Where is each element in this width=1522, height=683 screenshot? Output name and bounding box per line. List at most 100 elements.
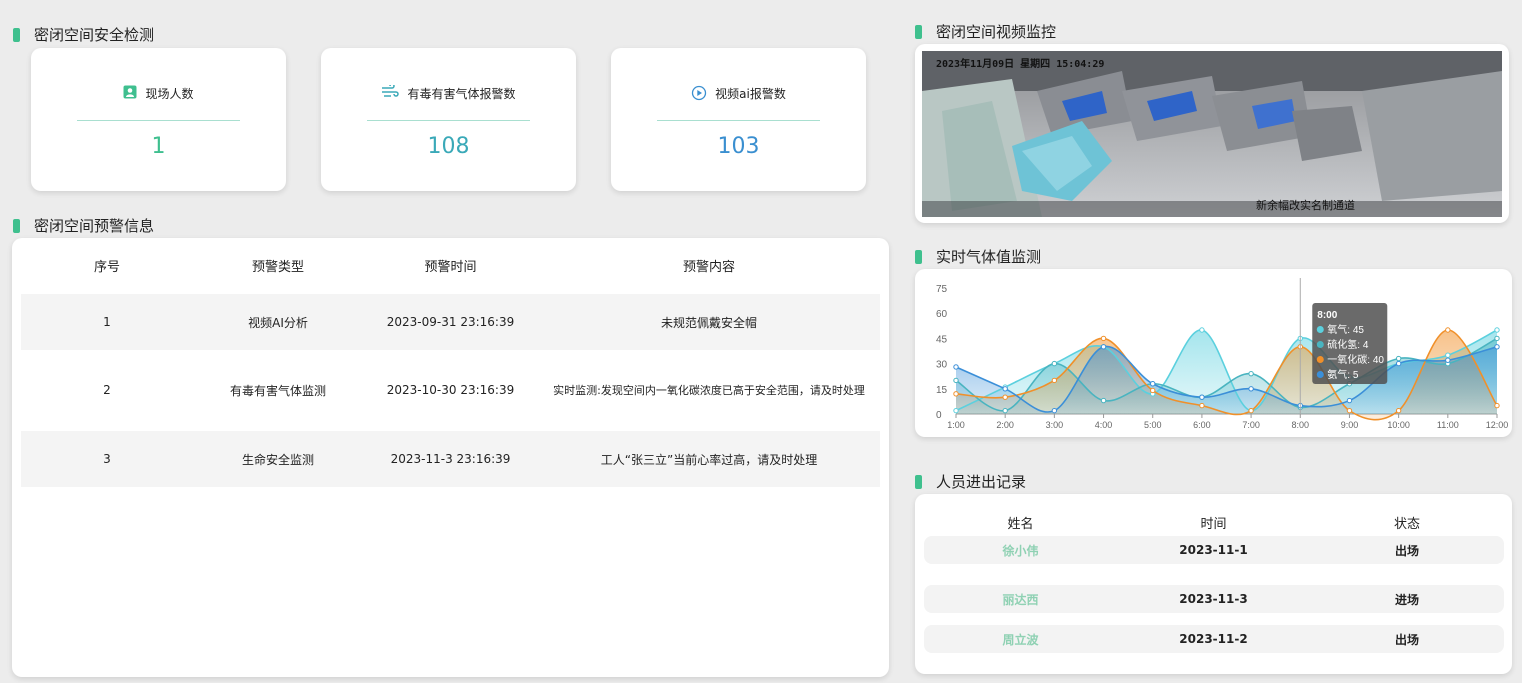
stat-card-header: 现场人数 [77,85,240,121]
cell-index: 2 [103,383,111,397]
cell-type: 视频AI分析 [248,315,308,330]
record-status: 进场 [1394,592,1419,607]
col-header: 预警内容 [682,259,735,275]
cell-index: 1 [103,315,111,329]
y-tick-label: 15 [936,385,948,396]
data-point [1248,386,1254,392]
section-title-text: 密闭空间安全检测 [34,26,155,44]
records-table: 姓名 时间 状态 徐小伟 2023-11-1 出场 丽达西 2023-11-3 … [915,494,1512,674]
data-point [1248,407,1254,414]
warning-table: 序号 预警类型 预警时间 预警内容 1 视频AI分析 2023-09-31 23… [12,238,889,677]
stat-label: 有毒有害气体报警数 [407,87,516,101]
data-point [953,377,959,384]
data-point [1051,407,1058,414]
wind-icon [381,85,400,99]
data-point [1150,381,1156,387]
col-header: 序号 [93,259,120,275]
data-point [953,391,959,397]
section-title-records: 人员进出记录 [915,471,1026,492]
video-caption: 新余幅改实名制通道 [1256,198,1355,212]
video-monitor-card: 2023年11月09日 星期四 15:04:29 新余幅改实名制通道 [915,44,1509,223]
stat-value: 108 [427,134,470,159]
data-point [1199,402,1205,409]
data-point [1002,386,1008,392]
stat-card-video-ai[interactable]: 视频ai报警数 103 [611,48,866,191]
data-point [1494,402,1500,409]
data-point [953,364,959,370]
record-time: 2023-11-2 [1179,632,1248,646]
gas-chart-card: 0 15 30 45 60 75 1:00 2:00 3:00 4:00 5:00 6:00 7:00 8… [915,269,1512,437]
y-tick-label: 0 [936,410,942,421]
data-point [1002,407,1008,414]
data-point [1150,387,1156,394]
record-name: 徐小伟 [1002,543,1039,558]
data-point [1051,360,1058,367]
table-header: 序号 预警类型 预警时间 预警内容 [21,252,880,278]
stat-label: 视频ai报警数 [715,87,786,101]
section-title-safety: 密闭空间安全检测 [13,24,154,45]
stat-card-onsite[interactable]: 现场人数 1 [31,48,286,191]
data-point [1248,370,1254,377]
cell-time: 2023-11-3 23:16:39 [390,452,511,466]
table-row[interactable]: 3 生命安全监测 2023-11-3 23:16:39 工人“张三立”当前心率过… [21,431,880,487]
tooltip-legend-dot [1316,371,1324,378]
title-marker [13,27,20,42]
record-status: 出场 [1394,632,1419,647]
col-header: 预警时间 [424,259,477,275]
tooltip-item: 氧气: 45 [1327,323,1364,336]
data-point [1395,407,1402,414]
video-ai-icon [691,85,707,101]
data-point [1494,327,1500,333]
stat-card-header: 视频ai报警数 [657,85,820,121]
x-tick-label: 7:00 [1242,420,1260,430]
tooltip-item: 硫化氢: 4 [1327,338,1369,351]
data-point [1494,344,1500,350]
data-point [1445,352,1451,358]
data-point [1199,394,1205,400]
record-time: 2023-11-1 [1179,543,1248,557]
tooltip-item: 氨气: 5 [1327,368,1359,381]
x-tick-label: 4:00 [1095,420,1113,430]
data-point [1100,344,1107,350]
x-tick-label: 1:00 [947,420,965,430]
video-feed[interactable]: 2023年11月09日 星期四 15:04:29 新余幅改实名制通道 [922,51,1502,217]
tooltip-legend-dot [1316,326,1324,333]
data-point [1395,355,1402,362]
stat-card-header: 有毒有害气体报警数 [367,85,530,121]
data-point [1445,327,1451,333]
data-point [1100,397,1107,404]
col-header: 时间 [1200,516,1227,532]
gas-line-chart[interactable]: 0 15 30 45 60 75 1:00 2:00 3:00 4:00 5:00 6:00 7:00 8… [915,269,1512,437]
record-row[interactable]: 徐小伟 2023-11-1 出场 [924,536,1504,564]
section-title-text: 实时气体值监测 [936,248,1042,266]
data-point [953,407,959,414]
data-point [1494,335,1500,342]
y-tick-label: 30 [936,360,948,371]
record-name: 丽达西 [1002,592,1039,607]
title-marker [915,474,922,489]
x-tick-label: 6:00 [1193,420,1211,430]
stat-card-gas-alarm[interactable]: 有毒有害气体报警数 108 [321,48,576,191]
x-tick-label: 9:00 [1341,420,1359,430]
section-title-text: 密闭空间预警信息 [34,217,155,235]
cell-time: 2023-09-31 23:16:39 [386,315,515,329]
x-tick-label: 5:00 [1144,420,1162,430]
col-header: 状态 [1393,516,1420,532]
table-row[interactable]: 2 有毒有害气体监测 2023-10-30 23:16:39 实时监测:发现空间… [21,362,880,418]
video-timestamp: 2023年11月09日 星期四 15:04:29 [936,57,1104,70]
record-row[interactable]: 周立波 2023-11-2 出场 [924,625,1504,653]
data-point [1346,397,1353,404]
table-header: 姓名 时间 状态 [924,512,1504,532]
record-row[interactable]: 丽达西 2023-11-3 进场 [924,585,1504,613]
tooltip-item: 一氧化碳: 40 [1327,353,1384,366]
x-tick-label: 3:00 [1046,420,1064,430]
stat-value: 103 [717,134,760,159]
data-point [1395,360,1402,367]
cell-content: 未规范佩戴安全帽 [660,315,757,330]
y-tick-label: 60 [936,309,948,320]
cell-index: 3 [103,452,111,466]
col-header: 姓名 [1007,516,1034,532]
stat-label: 现场人数 [145,87,194,101]
section-title-video: 密闭空间视频监控 [915,21,1056,42]
table-row[interactable]: 1 视频AI分析 2023-09-31 23:16:39 未规范佩戴安全帽 [21,294,880,350]
